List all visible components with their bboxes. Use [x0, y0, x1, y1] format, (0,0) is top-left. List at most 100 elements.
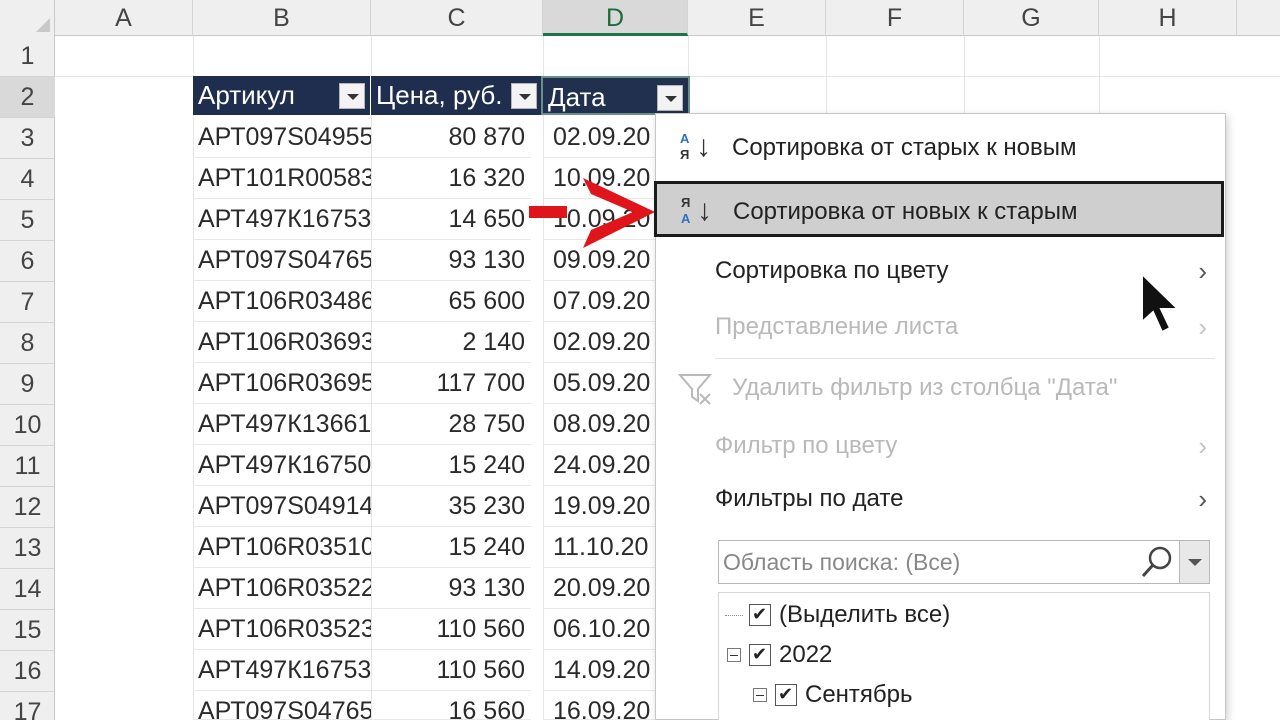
row-header[interactable]: 8: [0, 323, 55, 364]
cell-price[interactable]: 28 750: [371, 404, 531, 445]
cell-price[interactable]: 16 560: [371, 691, 531, 720]
search-scope-dropdown[interactable]: [1179, 541, 1209, 583]
cell-date[interactable]: 20.09.20: [543, 568, 655, 609]
menu-separator: [715, 358, 1215, 359]
cell-price[interactable]: 93 130: [371, 568, 531, 609]
row-header[interactable]: 14: [0, 569, 55, 610]
row-header[interactable]: 10: [0, 405, 55, 446]
menu-item-sort-old-to-new[interactable]: А Я ↓ Сортировка от старых к новым: [656, 120, 1227, 176]
cell-article[interactable]: АРТ106R03693: [193, 322, 371, 363]
cell-price[interactable]: 80 870: [371, 117, 531, 158]
row-header[interactable]: 4: [0, 159, 55, 200]
row-header[interactable]: 13: [0, 528, 55, 569]
checkbox-checked-icon[interactable]: [749, 596, 771, 632]
cell-price[interactable]: 15 240: [371, 445, 531, 486]
checkbox-checked-icon[interactable]: [749, 636, 771, 672]
row-header[interactable]: 15: [0, 610, 55, 651]
cell-article[interactable]: АРТ497К13661: [193, 404, 371, 445]
search-icon[interactable]: [1139, 544, 1175, 580]
cell-article[interactable]: АРТ106R03523: [193, 609, 371, 650]
column-header-h[interactable]: H: [1099, 0, 1237, 36]
row-header[interactable]: 5: [0, 200, 55, 241]
row-header[interactable]: 11: [0, 446, 55, 487]
column-header-d[interactable]: D: [543, 0, 688, 36]
column-header-b[interactable]: B: [193, 0, 371, 36]
cell-price[interactable]: 117 700: [371, 363, 531, 404]
cell-article[interactable]: АРТ097S04914: [193, 486, 371, 527]
cell-article[interactable]: АРТ497К16753: [193, 199, 371, 240]
cell-price[interactable]: 14 650: [371, 199, 531, 240]
column-header-a[interactable]: A: [55, 0, 193, 36]
cell-date[interactable]: 02.09.20: [543, 322, 655, 363]
sort-icon-letter-ya: Я: [681, 195, 691, 210]
cell-date[interactable]: 05.09.20: [543, 363, 655, 404]
cell-article[interactable]: АРТ106R03522: [193, 568, 371, 609]
cell-article[interactable]: АРТ101R00583: [193, 158, 371, 199]
cell-article[interactable]: АРТ097S04765: [193, 691, 371, 720]
table-header-label: Артикул: [198, 80, 295, 110]
cell-date[interactable]: 06.10.20: [543, 609, 655, 650]
menu-item-sort-new-to-old[interactable]: Я А ↓ Сортировка от новых к старым: [654, 181, 1224, 237]
collapse-icon[interactable]: [727, 648, 741, 662]
cell-price[interactable]: 15 240: [371, 527, 531, 568]
filter-dropdown-button[interactable]: [339, 83, 365, 109]
cell-article[interactable]: АРТ097S04765: [193, 240, 371, 281]
cell-price[interactable]: 110 560: [371, 609, 531, 650]
checkbox-checked-icon[interactable]: [775, 676, 797, 712]
table-header-price: Цена, руб.: [371, 76, 543, 115]
chevron-right-icon: ›: [1198, 256, 1207, 286]
sort-icon-letter-a: А: [681, 211, 691, 226]
sort-icon-letter-ya: Я: [680, 147, 690, 162]
column-header-g[interactable]: G: [964, 0, 1099, 36]
column-header-f[interactable]: F: [826, 0, 964, 36]
row-header[interactable]: 7: [0, 282, 55, 323]
row-header[interactable]: 3: [0, 118, 55, 159]
cell-price[interactable]: 65 600: [371, 281, 531, 322]
menu-item-date-filters[interactable]: Фильтры по дате ›: [656, 471, 1227, 527]
row-header[interactable]: 16: [0, 651, 55, 692]
chevron-right-icon: ›: [1198, 484, 1207, 514]
row-header[interactable]: 17: [0, 692, 55, 720]
cell-date[interactable]: 02.09.20: [543, 117, 655, 158]
menu-item-label: Сортировка от новых к старым: [733, 198, 1078, 225]
cell-date[interactable]: 07.09.20: [543, 281, 655, 322]
mouse-pointer-icon: [1141, 272, 1181, 334]
row-header[interactable]: 2: [0, 77, 55, 118]
filter-dropdown-button[interactable]: [511, 83, 537, 109]
sort-ascending-icon: А Я ↓: [678, 128, 718, 168]
cell-article[interactable]: АРТ497К16750: [193, 445, 371, 486]
column-header-bar: A B C D E F G H: [0, 0, 1280, 36]
cell-price[interactable]: 35 230: [371, 486, 531, 527]
menu-item-clear-filter: Удалить фильтр из столбца "Дата": [656, 360, 1227, 416]
cell-article[interactable]: АРТ106R03486: [193, 281, 371, 322]
cell-date[interactable]: 14.09.20: [543, 650, 655, 691]
cell-article[interactable]: АРТ497К16753: [193, 650, 371, 691]
filter-dropdown-button[interactable]: [657, 85, 683, 111]
select-all-corner[interactable]: [0, 0, 55, 36]
column-header-c[interactable]: C: [371, 0, 543, 36]
filter-search-box[interactable]: Область поиска: (Все): [718, 540, 1210, 584]
cell-price[interactable]: 16 320: [371, 158, 531, 199]
cell-date[interactable]: 16.09.20: [543, 691, 655, 720]
cell-article[interactable]: АРТ097S04955: [193, 117, 371, 158]
row-header[interactable]: 6: [0, 241, 55, 282]
tree-item-year[interactable]: 2022: [723, 636, 1203, 673]
cell-date[interactable]: 08.09.20: [543, 404, 655, 445]
collapse-icon[interactable]: [753, 688, 767, 702]
cell-price[interactable]: 93 130: [371, 240, 531, 281]
row-header[interactable]: 9: [0, 364, 55, 405]
table-header-date: Дата: [541, 76, 690, 115]
cell-date[interactable]: 11.10.20: [543, 527, 655, 568]
cell-date[interactable]: 19.09.20: [543, 486, 655, 527]
cell-date[interactable]: 24.09.20: [543, 445, 655, 486]
column-header-e[interactable]: E: [688, 0, 826, 36]
row-header[interactable]: 12: [0, 487, 55, 528]
cell-article[interactable]: АРТ106R03695: [193, 363, 371, 404]
tree-item-select-all[interactable]: (Выделить все): [723, 596, 1203, 633]
cell-price[interactable]: 110 560: [371, 650, 531, 691]
tree-item-label: Сентябрь: [805, 681, 913, 708]
cell-article[interactable]: АРТ106R03510: [193, 527, 371, 568]
tree-item-month[interactable]: Сентябрь: [749, 676, 1199, 713]
row-header[interactable]: 1: [0, 36, 55, 77]
cell-price[interactable]: 2 140: [371, 322, 531, 363]
